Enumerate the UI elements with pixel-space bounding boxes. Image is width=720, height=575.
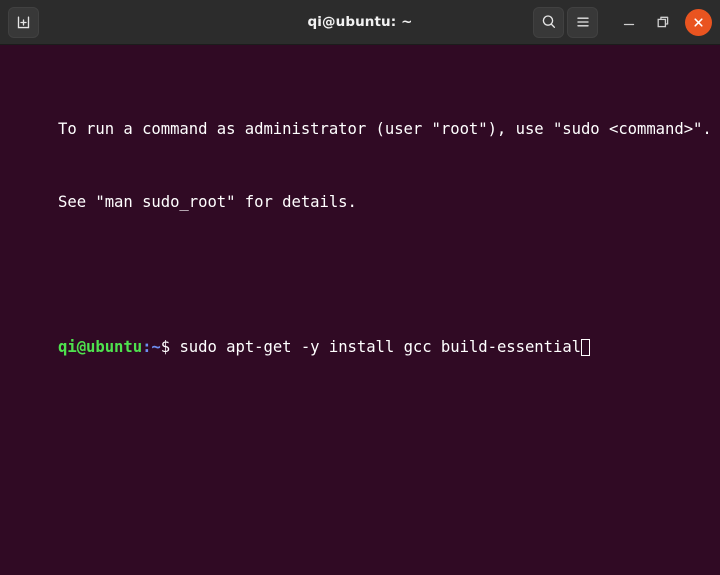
terminal-prompt-line: qi@ubuntu:~$ sudo apt-get -y install gcc… (2, 320, 720, 356)
terminal-line-text: See "man sudo_root" for details. (58, 192, 357, 211)
terminal-line-text (58, 265, 67, 283)
prompt-path: :~ (142, 338, 161, 357)
title-bar[interactable]: qi@ubuntu: ~ (0, 0, 720, 45)
text-cursor (581, 338, 591, 356)
title-bar-right-controls (533, 6, 714, 38)
title-bar-left-controls (8, 6, 39, 38)
restore-icon (657, 16, 668, 28)
search-icon (542, 15, 555, 28)
new-tab-button[interactable] (8, 6, 39, 38)
close-icon (694, 17, 703, 27)
command-input-text[interactable]: sudo apt-get -y install gcc build-essent… (170, 338, 581, 356)
terminal-blank-line (2, 247, 720, 265)
hamburger-menu-icon (576, 17, 589, 27)
terminal-line: See "man sudo_root" for details. (2, 174, 720, 211)
close-button[interactable] (685, 8, 712, 36)
minimize-icon (623, 23, 634, 26)
terminal-line-text: To run a command as administrator (user … (58, 119, 712, 138)
controls-spacer (601, 22, 610, 23)
terminal-line: To run a command as administrator (user … (2, 102, 720, 138)
prompt-symbol: $ (160, 338, 171, 357)
maximize-button[interactable] (647, 7, 678, 38)
new-tab-icon (17, 16, 30, 28)
prompt-user-host: qi@ubuntu (58, 338, 143, 357)
terminal-window: qi@ubuntu: ~ To run a command as adminis… (0, 0, 720, 575)
menu-button[interactable] (567, 6, 598, 38)
search-button[interactable] (533, 6, 564, 38)
minimize-button[interactable] (613, 7, 644, 38)
terminal-output-area[interactable]: To run a command as administrator (user … (0, 45, 720, 575)
